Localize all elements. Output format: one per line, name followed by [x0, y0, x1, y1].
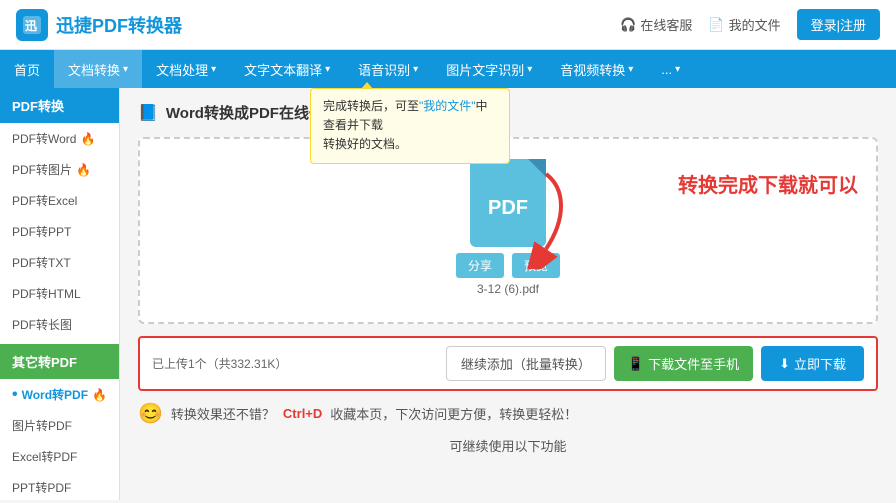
sidebar-item-pdf-image[interactable]: PDF转图片 🔥: [0, 154, 119, 185]
dot-icon: •: [12, 387, 18, 403]
nav-more[interactable]: ...▾: [647, 50, 694, 88]
chevron-down-icon: ▾: [628, 64, 633, 75]
sidebar-section-other-to-pdf: 其它转PDF: [0, 344, 119, 379]
file-actions: 分享 预览: [160, 253, 856, 278]
sidebar-item-pdf-ppt[interactable]: PDF转PPT: [0, 216, 119, 247]
sidebar-item-word-pdf[interactable]: • Word转PDF 🔥: [0, 379, 119, 410]
continue-section: 可继续使用以下功能: [138, 436, 878, 455]
sidebar-item-pdf-longimage[interactable]: PDF转长图: [0, 309, 119, 340]
header-right: 🎧 在线客服 📄 我的文件 登录|注册: [620, 9, 880, 40]
sidebar: PDF转换 PDF转Word 🔥 PDF转图片 🔥 PDF转Excel PDF转…: [0, 88, 120, 500]
fire-icon: 🔥: [76, 163, 91, 177]
fire-icon: 🔥: [80, 132, 95, 146]
download-icon: ⬇: [779, 356, 790, 372]
convert-complete-label: 转换完成下载就可以: [678, 169, 858, 198]
sidebar-item-ppt-pdf[interactable]: PPT转PDF: [0, 472, 119, 503]
download-phone-button[interactable]: 📱 下载文件至手机: [614, 346, 753, 381]
chevron-down-icon: ▾: [211, 64, 216, 75]
nav-doc-convert[interactable]: 文档转换▾: [54, 50, 142, 88]
action-buttons: 继续添加（批量转换） 📱 下载文件至手机 ⬇ 立即下载: [446, 346, 864, 381]
nav-home[interactable]: 首页: [0, 50, 54, 88]
sidebar-item-pdf-word[interactable]: PDF转Word 🔥: [0, 123, 119, 154]
shortcut-label: Ctrl+D: [283, 406, 322, 421]
chevron-down-icon: ▾: [123, 64, 128, 75]
header: 迅 迅捷PDF转换器 🎧 在线客服 📄 我的文件 登录|注册: [0, 0, 896, 50]
sidebar-item-pdf-txt[interactable]: PDF转TXT: [0, 247, 119, 278]
logo-text: 迅捷PDF转换器: [56, 12, 182, 38]
share-button[interactable]: 分享: [456, 253, 504, 278]
document-icon: 📘: [138, 103, 158, 123]
upload-info: 已上传1个（共332.31K）: [152, 355, 287, 372]
action-bar: 已上传1个（共332.31K） 继续添加（批量转换） 📱 下载文件至手机 ⬇ 立…: [138, 336, 878, 391]
service-link[interactable]: 🎧 在线客服: [620, 15, 692, 34]
add-more-button[interactable]: 继续添加（批量转换）: [446, 346, 606, 381]
sidebar-section-pdf-convert: PDF转换: [0, 88, 119, 123]
sidebar-item-pdf-html[interactable]: PDF转HTML: [0, 278, 119, 309]
logo: 迅 迅捷PDF转换器: [16, 9, 182, 41]
sidebar-item-pdf-excel[interactable]: PDF转Excel: [0, 185, 119, 216]
phone-icon: 📱: [628, 356, 644, 372]
nav-image-ocr[interactable]: 图片文字识别▾: [432, 50, 546, 88]
file-name-label: 3-12 (6).pdf: [160, 282, 856, 296]
nav-doc-process[interactable]: 文档处理▾: [142, 50, 230, 88]
chevron-down-icon: ▾: [325, 64, 330, 75]
chevron-down-icon: ▾: [675, 64, 680, 75]
nav-text-translate[interactable]: 文字文本翻译▾: [230, 50, 344, 88]
arrow-indicator: [516, 169, 576, 272]
smiley-icon: 😊: [138, 401, 163, 426]
tooltip-box: 完成转换后，可至"我的文件"中查看并下载 转换好的文档。: [310, 88, 510, 164]
fire-icon: 🔥: [92, 388, 107, 402]
tip-bar: 😊 转换效果还不错？ Ctrl+D 收藏本页，下次访问更方便，转换更轻松！: [138, 401, 878, 426]
nav-bar: 首页 文档转换▾ 文档处理▾ 文字文本翻译▾ 语音识别▾ 图片文字识别▾ 音视频…: [0, 50, 896, 88]
download-now-button[interactable]: ⬇ 立即下载: [761, 346, 864, 381]
sidebar-item-image-pdf[interactable]: 图片转PDF: [0, 410, 119, 441]
myfile-link[interactable]: 📄 我的文件: [708, 15, 780, 34]
svg-text:迅: 迅: [25, 19, 37, 33]
logo-icon: 迅: [16, 9, 48, 41]
upload-area: PDF 分享 预览 3-12 (6).pdf: [138, 137, 878, 324]
chevron-down-icon: ▾: [527, 64, 532, 75]
nav-voice-recognize[interactable]: 语音识别▾: [344, 50, 432, 88]
file-icon: 📄: [708, 17, 724, 33]
headset-icon: 🎧: [620, 17, 636, 33]
sidebar-item-excel-pdf[interactable]: Excel转PDF: [0, 441, 119, 472]
nav-av-convert[interactable]: 音视频转换▾: [546, 50, 647, 88]
chevron-down-icon: ▾: [413, 64, 418, 75]
login-button[interactable]: 登录|注册: [797, 9, 880, 40]
